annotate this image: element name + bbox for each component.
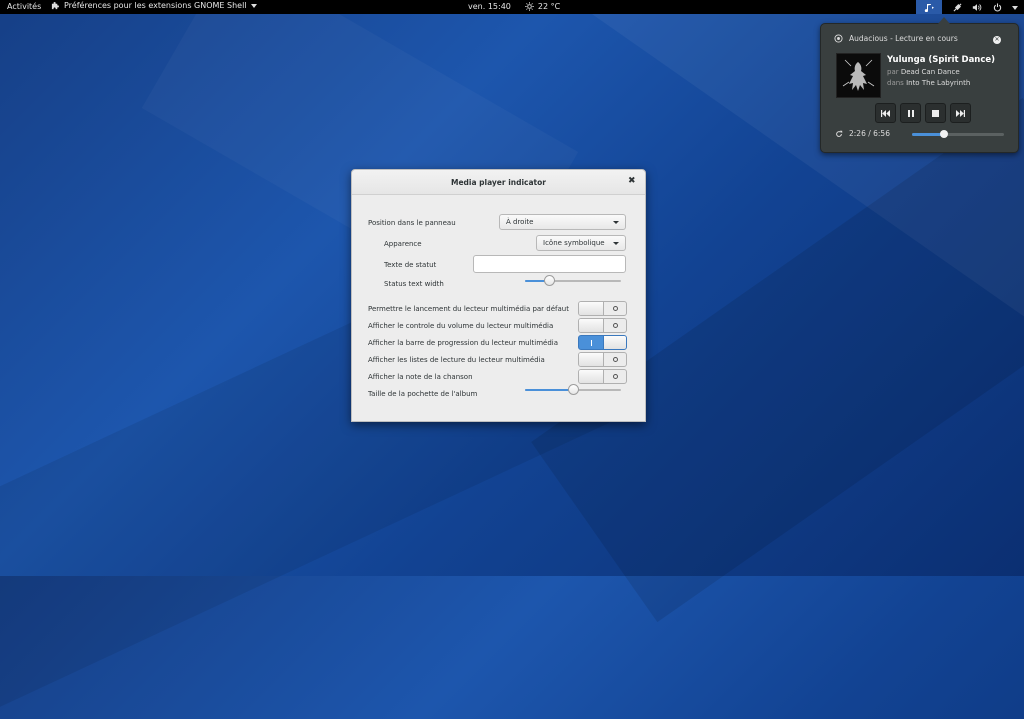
puzzle-icon xyxy=(51,2,59,10)
close-icon[interactable]: ✕ xyxy=(993,36,1001,44)
switch-on-mark xyxy=(590,339,592,346)
app-menu-label: Préférences pour les extensions GNOME Sh… xyxy=(64,1,247,10)
repeat-icon xyxy=(836,130,843,137)
stop-button[interactable] xyxy=(925,103,946,123)
album-cover xyxy=(836,53,881,98)
preferences-dialog: Media player indicator ✖ xyxy=(351,169,646,422)
previous-button[interactable] xyxy=(875,103,896,123)
track-artist-line: par Dead Can Dance xyxy=(887,68,960,76)
position-combo[interactable]: À droite xyxy=(499,214,626,230)
toggle-label: Afficher le controle du volume du lecteu… xyxy=(368,322,554,330)
app-menu[interactable]: Préférences pour les extensions GNOME Sh… xyxy=(51,1,257,10)
media-indicator-button[interactable] xyxy=(916,0,942,14)
track-title: Yulunga (Spirit Dance) xyxy=(887,55,996,65)
album-prefix: dans xyxy=(887,79,904,87)
progress-slider[interactable] xyxy=(912,130,1004,138)
switch-knob[interactable] xyxy=(579,302,604,315)
switch-off-indicator xyxy=(603,302,626,315)
track-album-line: dans Into The Labyrinth xyxy=(887,79,970,87)
progress-handle[interactable] xyxy=(940,130,949,138)
dialog-titlebar: Media player indicator ✖ xyxy=(352,170,645,195)
chevron-down-icon xyxy=(250,3,257,8)
track-album: Into The Labyrinth xyxy=(906,79,971,87)
skip-back-icon xyxy=(881,109,890,117)
pin-icon[interactable] xyxy=(952,3,962,13)
position-value: À droite xyxy=(506,218,534,226)
appearance-value: Icône symbolique xyxy=(543,239,605,247)
pause-icon xyxy=(907,109,914,117)
top-bar: Activités Préférences pour les extension… xyxy=(0,0,1024,14)
switch-knob[interactable] xyxy=(579,353,604,366)
switch-off-mark xyxy=(612,357,618,362)
toggle-switch[interactable] xyxy=(578,335,627,350)
toggle-label: Permettre le lancement du lecteur multim… xyxy=(368,305,569,313)
media-player-popup: Audacious - Lecture en cours ✕ Yulunga (… xyxy=(820,17,1019,153)
power-icon[interactable] xyxy=(992,3,1002,13)
status-width-label: Status text width xyxy=(384,280,444,288)
clock[interactable]: ven. 15:40 xyxy=(468,2,511,11)
time-label: 2:26 / 6:56 xyxy=(849,129,890,138)
status-text-label: Texte de statut xyxy=(384,261,437,269)
position-label: Position dans le panneau xyxy=(368,219,456,227)
toggle-label: Afficher les listes de lecture du lecteu… xyxy=(368,356,545,364)
cover-size-slider[interactable] xyxy=(525,384,621,395)
switch-off-indicator xyxy=(603,319,626,332)
audacious-icon xyxy=(834,34,843,43)
dropdown-arrow-icon xyxy=(613,221,619,224)
close-icon[interactable]: ✖ xyxy=(628,176,636,186)
pause-button[interactable] xyxy=(900,103,921,123)
volume-icon[interactable] xyxy=(972,3,982,13)
slider-handle[interactable] xyxy=(544,275,555,286)
toggle-switch[interactable] xyxy=(578,352,627,367)
track-artist: Dead Can Dance xyxy=(900,68,960,76)
time-display: 2:26 / 6:56 xyxy=(835,129,890,138)
chevron-down-icon xyxy=(1012,5,1018,10)
activities-button[interactable]: Activités xyxy=(7,2,41,11)
weather-indicator[interactable]: 22 °C xyxy=(524,2,561,11)
artist-prefix: par xyxy=(887,68,899,76)
skip-forward-icon xyxy=(956,109,965,117)
switch-off-mark xyxy=(612,306,618,311)
sun-icon xyxy=(524,2,534,11)
toggle-label: Afficher la note de la chanson xyxy=(368,373,473,381)
dropdown-arrow-icon xyxy=(613,242,619,245)
dialog-title: Media player indicator xyxy=(450,178,546,187)
toggle-switch[interactable] xyxy=(578,369,627,384)
status-width-slider[interactable] xyxy=(525,275,621,286)
music-note-icon xyxy=(924,3,934,12)
switch-knob[interactable] xyxy=(603,336,626,349)
switch-off-mark xyxy=(612,323,618,328)
toggle-label: Afficher la barre de progression du lect… xyxy=(368,339,559,347)
cover-size-label: Taille de la pochette de l'album xyxy=(368,390,478,398)
slider-handle[interactable] xyxy=(568,384,579,395)
switch-off-indicator xyxy=(603,370,626,383)
weather-temperature: 22 °C xyxy=(537,2,561,11)
switch-knob[interactable] xyxy=(579,319,604,332)
next-button[interactable] xyxy=(950,103,971,123)
switch-off-mark xyxy=(612,374,618,379)
stop-icon xyxy=(932,109,939,117)
toggle-switch[interactable] xyxy=(578,318,627,333)
popup-header: Audacious - Lecture en cours xyxy=(834,34,958,43)
player-name: Audacious - Lecture en cours xyxy=(849,34,958,43)
appearance-combo[interactable]: Icône symbolique xyxy=(536,235,626,251)
playback-controls xyxy=(875,103,971,123)
toggle-switch[interactable] xyxy=(578,301,627,316)
slider-fill xyxy=(525,389,573,391)
appearance-label: Apparence xyxy=(384,240,422,248)
switch-off-indicator xyxy=(603,353,626,366)
switch-knob[interactable] xyxy=(579,370,604,383)
status-text-input[interactable] xyxy=(473,255,626,273)
switch-on-indicator xyxy=(579,336,603,349)
